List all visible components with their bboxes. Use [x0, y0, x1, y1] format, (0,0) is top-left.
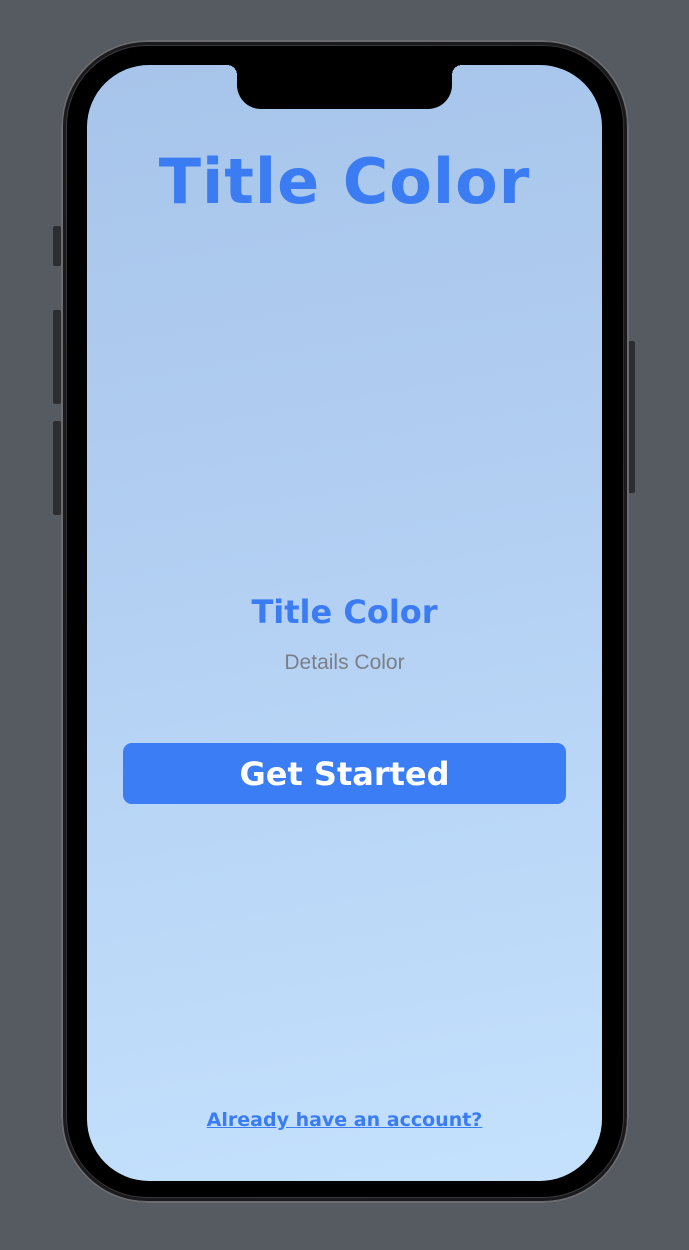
hero-title: Title Color: [158, 145, 531, 218]
notch: [227, 65, 462, 109]
volume-down-button: [53, 421, 61, 515]
get-started-button[interactable]: Get Started: [123, 743, 566, 804]
already-have-account-link[interactable]: Already have an account?: [87, 1109, 602, 1131]
silent-switch: [53, 226, 61, 266]
volume-up-button: [53, 310, 61, 404]
app-screen: Title Color Title Color Details Color Ge…: [87, 65, 602, 1181]
sub-title: Title Color: [251, 593, 438, 631]
details-text: Details Color: [284, 651, 405, 674]
